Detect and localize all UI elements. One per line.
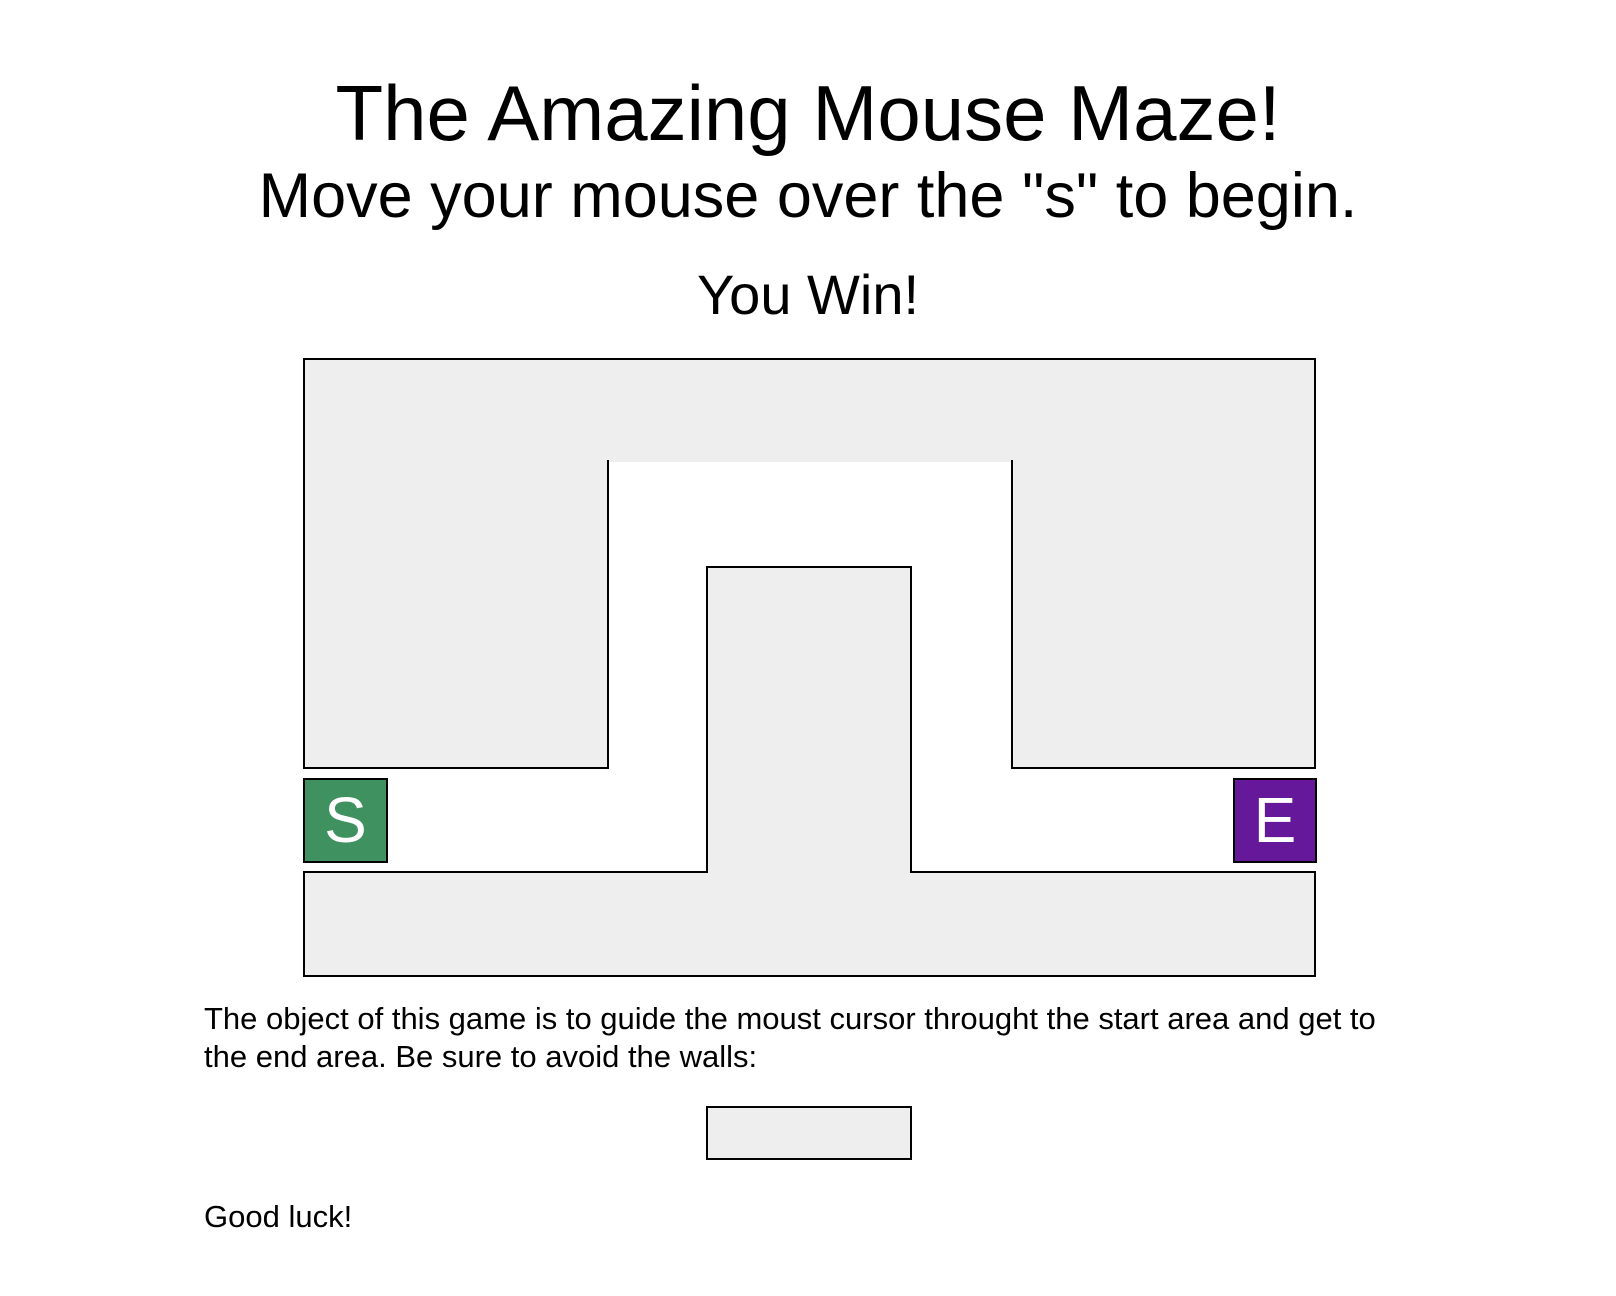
page-title: The Amazing Mouse Maze!	[335, 69, 1281, 157]
maze-wall-upper-left[interactable]	[303, 460, 609, 769]
page-subtitle: Move your mouse over the "s" to begin.	[258, 161, 1358, 231]
sample-wall	[706, 1106, 912, 1160]
instructions-text: The object of this game is to guide the …	[204, 1001, 1376, 1074]
start-tile[interactable]: S	[303, 778, 388, 863]
maze-wall-upper-right[interactable]	[1011, 460, 1316, 769]
maze-wall-bottom[interactable]	[303, 871, 1316, 977]
maze-wall-joint	[708, 869, 910, 875]
maze-wall-top[interactable]	[303, 358, 1316, 462]
maze-wall-center[interactable]	[706, 566, 912, 873]
good-luck-text: Good luck!	[204, 1199, 353, 1234]
game-status: You Win!	[696, 263, 920, 326]
end-tile[interactable]: E	[1233, 778, 1317, 863]
